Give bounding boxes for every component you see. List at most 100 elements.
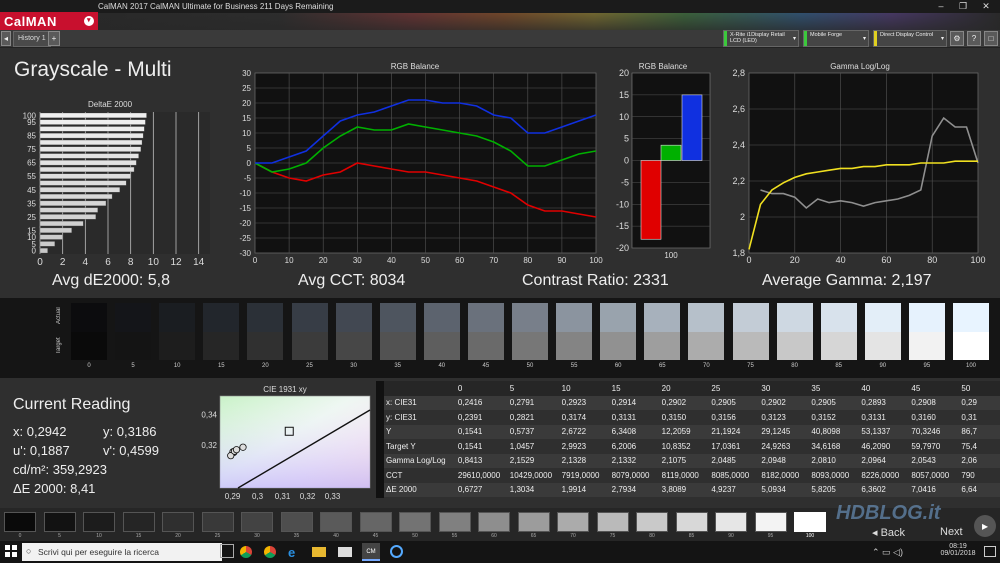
patch-swatch[interactable]: [517, 512, 550, 532]
patch-swatch[interactable]: [399, 512, 431, 532]
rgb-ytick-label: 10: [242, 129, 251, 138]
table-cell: 1,3034: [507, 482, 560, 497]
table-row-header: x: CIE31: [384, 395, 456, 410]
gamma-chart: 0 20 40 60 80 100 2,8 2,6 2,4 2,2 2 1,8: [732, 68, 985, 265]
table-column-header: 30: [759, 381, 810, 396]
file-explorer-icon[interactable]: [312, 547, 326, 557]
patch-level-label: 10: [96, 533, 102, 539]
close-button[interactable]: ✕: [975, 0, 997, 13]
table-column-header: 45: [909, 381, 960, 396]
patch-swatch[interactable]: [557, 512, 589, 532]
patch-swatch[interactable]: [83, 512, 115, 532]
chrome-icon-2[interactable]: [264, 546, 276, 558]
deltae-xtick-label: 8: [128, 257, 134, 266]
table-cell: 0,3160: [911, 412, 936, 422]
table-cell: 8085,0000: [711, 470, 750, 480]
header-gradient-bar: [98, 13, 1000, 30]
patch-swatch[interactable]: [162, 512, 194, 532]
windows-start-icon[interactable]: [5, 545, 17, 557]
deltae-ytick-label: 65: [27, 159, 36, 168]
patch-swatch[interactable]: [794, 512, 826, 532]
patch-level-label: 85: [688, 533, 695, 539]
next-arrow-icon[interactable]: ▸: [974, 515, 996, 537]
rgb-ytick-label: 5: [247, 144, 252, 153]
device-selector[interactable]: Direct Display Control ▾: [873, 30, 947, 47]
nav-left-button[interactable]: ◂: [1, 31, 11, 46]
target-swatch: [247, 332, 284, 360]
patch-swatch[interactable]: [675, 512, 708, 532]
deltae-bar: [39, 119, 146, 125]
taskbar-search-input[interactable]: ○ Scrivi qui per eseguire la ricerca: [22, 543, 222, 561]
patch-swatch[interactable]: [754, 512, 787, 532]
search-icon: ○: [26, 546, 32, 556]
layout-icon[interactable]: □: [984, 31, 998, 46]
edge-icon[interactable]: e: [288, 545, 295, 560]
next-button[interactable]: Next: [940, 526, 963, 538]
target-swatch: [688, 332, 725, 360]
patch-swatch[interactable]: [438, 512, 471, 532]
deltae-xtick-label: 6: [105, 257, 111, 266]
patch-swatch[interactable]: [478, 512, 510, 532]
table-cell: 2,0964: [859, 453, 910, 468]
table-row-header: CCT: [386, 470, 403, 480]
deltae-bar: [39, 173, 131, 179]
chevron-down-icon: ▾: [862, 36, 866, 42]
maximize-button[interactable]: ❐: [952, 0, 974, 13]
add-tab-button[interactable]: +: [48, 31, 60, 46]
cie-plot-shade: [220, 396, 370, 488]
cie-xtick-label: 0,32: [300, 492, 316, 501]
rgb-xtick-label: 100: [589, 256, 603, 265]
rgbbar-bar: [681, 94, 703, 161]
table-row: Y 0,1541 0,5737 2,6722 6,3408 12,2059 21,1924 2…: [384, 424, 1000, 439]
patch-swatch[interactable]: [320, 512, 352, 532]
patch-swatch[interactable]: [43, 512, 76, 532]
gear-icon[interactable]: ⚙: [950, 31, 964, 46]
help-icon[interactable]: ?: [967, 31, 981, 46]
patch-swatch[interactable]: [715, 512, 747, 532]
deltae-bar: [39, 139, 143, 145]
patch-swatch[interactable]: [122, 512, 155, 532]
table-cell: 8182,0000: [761, 470, 800, 480]
table-gutter: [376, 381, 384, 498]
actual-swatch: [953, 303, 989, 332]
table-cell: 2,9923: [561, 441, 587, 451]
table-cell: 3,8089: [659, 482, 710, 497]
notifications-icon[interactable]: [984, 546, 996, 557]
device-selector[interactable]: Mobile Forge ▾: [803, 30, 869, 47]
chrome-icon[interactable]: [240, 546, 252, 558]
app-taskbar-icon[interactable]: [390, 545, 403, 558]
gamma-ytick-label: 2: [740, 212, 745, 222]
tray-icons[interactable]: ⌃ ▭ ◁): [872, 547, 903, 558]
patch-swatch[interactable]: [359, 512, 392, 532]
reading-delta-e: ΔE 2000: 8,41: [13, 481, 96, 496]
actual-swatch: [688, 303, 725, 332]
task-view-icon[interactable]: [220, 544, 234, 558]
calman-logo-menu[interactable]: CalMAN ▾: [0, 12, 98, 30]
target-swatch: [335, 332, 372, 360]
patch-swatch[interactable]: [4, 512, 36, 532]
patch-swatch[interactable]: [241, 512, 273, 532]
table-cell: 0,2821: [509, 412, 535, 422]
patch-swatch[interactable]: [636, 512, 668, 532]
patch-level-label: 35: [293, 533, 300, 539]
back-button[interactable]: ◂ Back: [872, 526, 905, 539]
rgb-ytick-label: 30: [242, 69, 251, 78]
patch-swatch[interactable]: [201, 512, 234, 532]
mail-icon[interactable]: [338, 547, 352, 557]
tab-history-1[interactable]: History 1: [13, 31, 51, 47]
table-cell: 34,6168: [811, 441, 841, 451]
calman-taskbar-icon[interactable]: CM: [362, 543, 380, 561]
app-logo: CalMAN: [4, 14, 57, 29]
table-cell: 0,2416: [455, 395, 508, 410]
table-cell: 7,0416: [909, 482, 960, 497]
table-cell: 790: [961, 470, 975, 480]
patch-swatch[interactable]: [596, 512, 629, 532]
table-cell: 0,2923: [559, 395, 610, 410]
device-selector[interactable]: X-Rite i1Display Retail LCD (LED) ▾: [723, 30, 799, 47]
minimize-button[interactable]: –: [930, 0, 952, 13]
table-cell: 8119,0000: [661, 470, 699, 480]
table-cell: 29,1245: [759, 424, 810, 439]
patch-swatch[interactable]: [280, 512, 313, 532]
table-cell: 0,2391: [457, 412, 483, 422]
clock[interactable]: 08:19 09/01/2018: [938, 543, 978, 557]
